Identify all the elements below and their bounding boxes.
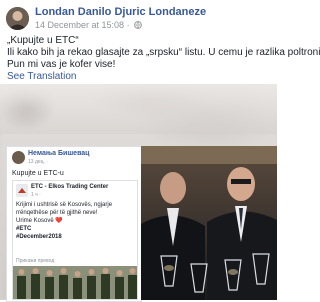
post-line: „Kupujte u ETC“: [7, 35, 79, 46]
blurred-header: [0, 84, 277, 134]
page-post-line: Krijimi i ushtrisë së Kosovës, ngjarje: [16, 202, 113, 208]
page-post-meta: 1 ч ·: [31, 192, 41, 198]
post-line: Ili kako bih ja rekao glasajte za „srpsk…: [7, 47, 320, 58]
toast-photo: [141, 146, 277, 300]
soldiers-photo: [13, 266, 137, 299]
see-translation-link[interactable]: See Translation: [7, 71, 77, 82]
post-meta: 14 December at 15:08 ·: [35, 20, 142, 31]
shared-post-screenshot: Немања Бишевац 13 дец. · Kupujte u ETC-u…: [6, 146, 142, 302]
page-post-line: rrënqethëse për të gjithë neve!: [16, 210, 98, 216]
page-post-body: Krijimi i ushtrisë së Kosovës, ngjarje r…: [16, 201, 136, 241]
shared-page-post: ETC - Elkos Trading Center 1 ч · Krijimi…: [12, 180, 138, 300]
post-text: „Kupujte u ETC“ Ili kako bih ja rekao gl…: [7, 35, 320, 71]
post-timestamp[interactable]: 14 December at 15:08: [35, 20, 124, 30]
author-avatar[interactable]: [6, 7, 29, 30]
page-logo-icon: [16, 184, 28, 197]
meta-separator: ·: [126, 20, 130, 30]
shared-post-text: Kupujte u ETC-u: [12, 170, 64, 177]
show-translation-label: Прикажи превод: [16, 258, 55, 264]
page-name: ETC - Elkos Trading Center: [31, 184, 109, 190]
hashtag: #ETC: [16, 226, 32, 232]
page-post-line: Urime Kosovë ❤️: [16, 218, 63, 224]
shared-author-avatar: [12, 151, 25, 164]
post-line: Pun mi vas je kofer vise!: [7, 59, 116, 70]
author-name[interactable]: Londan Danilo Djuric Londaneze: [35, 6, 206, 18]
globe-icon: [134, 21, 142, 31]
hashtag: #December2018: [16, 234, 62, 240]
shared-author-name: Немања Бишевац: [28, 150, 90, 157]
shared-post-meta: 13 дец. ·: [28, 159, 48, 165]
